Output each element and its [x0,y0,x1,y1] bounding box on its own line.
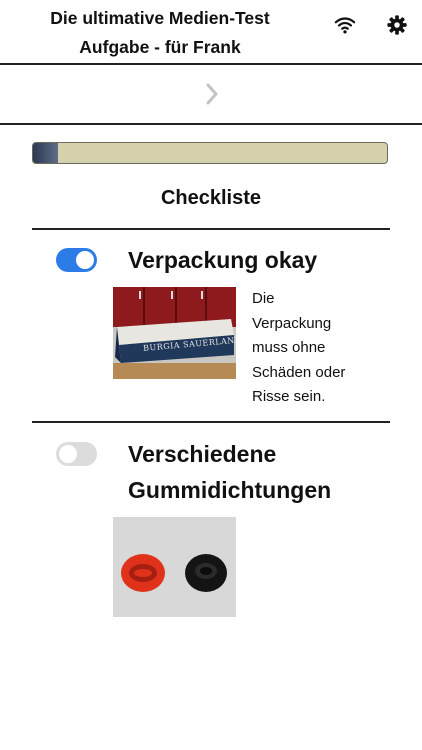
progress-fill [33,143,58,163]
description-line: Die [252,290,275,307]
description-line: muss ohne [252,339,326,356]
app-header: Die ultimative Medien-Test Aufgabe - für… [0,0,422,63]
item-title-verpackung: Verpackung okay [128,247,318,273]
wifi-icon [334,17,356,34]
description-line: Verpackung [252,314,332,332]
checklist-title: Checkliste [160,187,262,209]
packaging-photo: BURGIA SAUERLAND [113,287,236,379]
item-description-verpackung: Die Verpackung muss ohne Schäden oder Ri… [252,287,382,410]
description-line: Schäden oder [252,363,346,381]
navigation-row [0,65,422,123]
toggle-verpackung[interactable] [56,248,97,272]
toggle-knob [59,445,77,463]
item-title-line1: Verschiedene [128,441,277,467]
page-title: Die ultimative Medien-Test Aufgabe - für… [20,4,300,62]
toggle-gummidichtungen[interactable] [56,442,97,466]
page-title-line1: Die ultimative Medien-Test [50,8,270,28]
toggle-knob [76,251,94,269]
nav-divider [0,123,422,125]
next-button[interactable] [200,81,224,107]
progress-bar [32,142,388,164]
gear-icon[interactable] [386,14,408,36]
item-divider [32,421,390,423]
chevron-right-icon [206,83,218,105]
checklist-divider [32,228,390,230]
item-title-gummidichtungen: Verschiedene Gummidichtungen [128,436,331,508]
description-line: Risse sein. [252,388,326,405]
gaskets-photo [113,517,236,617]
page-title-line2: Aufgabe - für Frank [79,37,241,57]
item-title-line2: Gummidichtungen [128,477,332,503]
